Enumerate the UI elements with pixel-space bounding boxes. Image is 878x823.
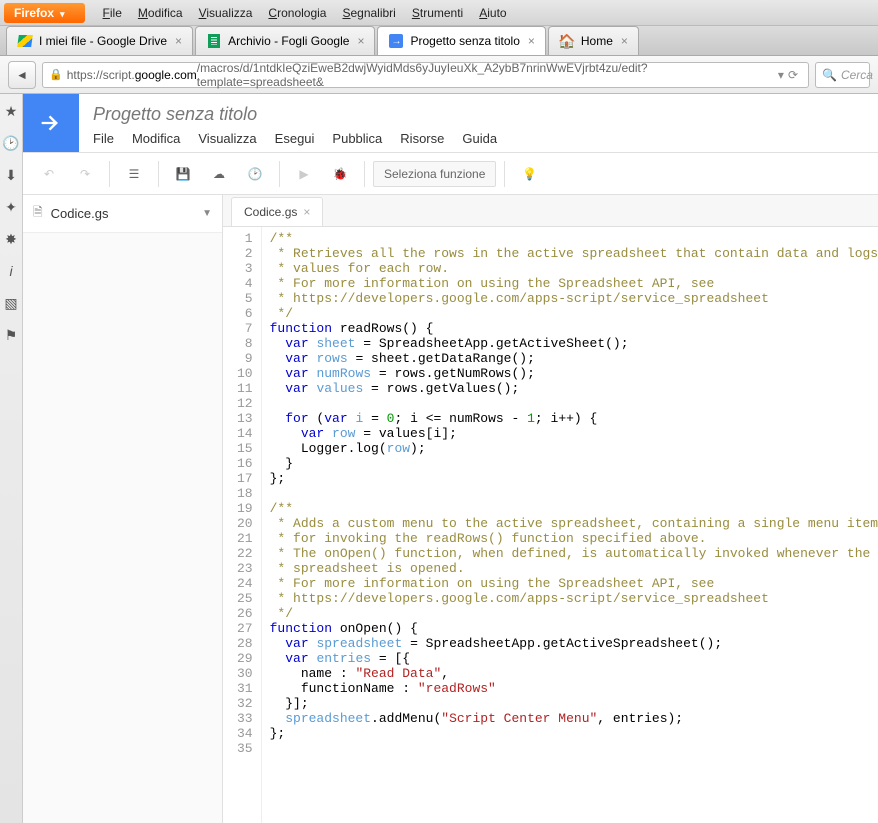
gas-menu-modifica[interactable]: Modifica [132, 131, 180, 146]
sidebar-download-icon[interactable]: ⬇ [0, 164, 22, 186]
function-select[interactable]: Seleziona funzione [373, 161, 496, 187]
sheets-favicon [206, 33, 222, 49]
gas-menu-guida[interactable]: Guida [462, 131, 497, 146]
gas-menu-risorse[interactable]: Risorse [400, 131, 444, 146]
sidebar-info-icon[interactable]: i [0, 260, 22, 282]
tab-label: I miei file - Google Drive [39, 34, 167, 48]
search-placeholder: Cerca [841, 68, 873, 82]
indent-button[interactable]: ☰ [118, 159, 150, 189]
menubar-item-modifica[interactable]: Modifica [130, 3, 191, 23]
browser-tab[interactable]: Archivio - Fogli Google × [195, 26, 375, 55]
run-button[interactable]: ▶ [288, 159, 320, 189]
separator [504, 161, 505, 187]
close-icon[interactable]: × [303, 205, 310, 219]
browser-toolbar: ◄ 🔒 https://script.google.com/macros/d/1… [0, 56, 878, 94]
redo-button[interactable]: ↷ [69, 159, 101, 189]
file-item[interactable]: 🗎 Codice.gs ▼ [23, 195, 222, 233]
gas-menu-pubblica[interactable]: Pubblica [332, 131, 382, 146]
gas-header: Progetto senza titolo File Modifica Visual… [23, 94, 878, 153]
file-icon: 🗎 [33, 203, 43, 224]
debug-button[interactable]: 🐞 [324, 159, 356, 189]
home-favicon: 🏠 [559, 33, 575, 49]
tab-label: Home [581, 34, 613, 48]
editor-pane: Codice.gs × 1234567891011121314151617181… [223, 195, 878, 823]
menubar-item-visualizza[interactable]: Visualizza [191, 3, 261, 23]
firefox-sidebar: ★ 🕑 ⬇ ✦ ✸ i ▧ ⚑ [0, 94, 23, 823]
sidebar-addon-icon[interactable]: ✦ [0, 196, 22, 218]
menubar-item-aiuto[interactable]: Aiuto [471, 3, 514, 23]
chevron-down-icon[interactable]: ▼ [202, 208, 212, 219]
drive-favicon [17, 33, 33, 49]
separator [279, 161, 280, 187]
hint-button[interactable]: 💡 [513, 159, 545, 189]
gas-menu-visualizza[interactable]: Visualizza [198, 131, 256, 146]
sidebar-gear-icon[interactable]: ✸ [0, 228, 22, 250]
triggers-button[interactable]: 🕑 [239, 159, 271, 189]
separator [158, 161, 159, 187]
save-button[interactable]: 💾 [167, 159, 199, 189]
deploy-button[interactable]: ☁ [203, 159, 235, 189]
gas-menu-esegui[interactable]: Esegui [275, 131, 315, 146]
close-icon[interactable]: × [357, 34, 364, 48]
undo-button[interactable]: ↶ [33, 159, 65, 189]
apps-script-app: Progetto senza titolo File Modifica Visual… [23, 94, 878, 823]
script-favicon [388, 33, 404, 49]
close-icon[interactable]: × [175, 34, 182, 48]
url-path: /macros/d/1ntdkIeQziEweB2dwjWyidMds6yJuy… [197, 61, 774, 89]
menubar-item-strumenti[interactable]: Strumenti [404, 3, 471, 23]
file-name: Codice.gs [51, 206, 109, 221]
file-list: 🗎 Codice.gs ▼ [23, 195, 223, 823]
close-icon[interactable]: × [528, 34, 535, 48]
apps-script-logo[interactable] [23, 94, 79, 152]
gas-menu-file[interactable]: File [93, 131, 114, 146]
separator [109, 161, 110, 187]
gas-toolbar: ↶ ↷ ☰ 💾 ☁ 🕑 ▶ 🐞 Seleziona funzione 💡 [23, 153, 878, 195]
browser-tab[interactable]: Progetto senza titolo × [377, 26, 545, 55]
editor-tabs: Codice.gs × [223, 195, 878, 227]
menubar-item-segnalibri[interactable]: Segnalibri [334, 3, 403, 23]
menubar-item-cronologia[interactable]: Cronologia [260, 3, 334, 23]
close-icon[interactable]: × [621, 34, 628, 48]
code-editor[interactable]: 1234567891011121314151617181920212223242… [223, 227, 878, 823]
url-bar[interactable]: 🔒 https://script.google.com/macros/d/1nt… [42, 62, 809, 88]
browser-menubar: Firefox FileModificaVisualizzaCronologia… [0, 0, 878, 26]
line-gutter: 1234567891011121314151617181920212223242… [223, 227, 262, 823]
editor-tab-label: Codice.gs [244, 205, 297, 219]
menubar-item-file[interactable]: File [95, 3, 130, 23]
code-content[interactable]: /** * Retrieves all the rows in the acti… [262, 227, 878, 823]
url-domain: google.com [135, 68, 197, 82]
sidebar-star-icon[interactable]: ★ [0, 100, 22, 122]
firefox-app-button[interactable]: Firefox [4, 3, 85, 23]
reload-icon[interactable]: ⟳ [784, 68, 802, 82]
separator [364, 161, 365, 187]
url-prefix: https://script. [67, 68, 135, 82]
project-title[interactable]: Progetto senza titolo [93, 104, 497, 125]
tab-label: Progetto senza titolo [410, 34, 519, 48]
back-button[interactable]: ◄ [8, 61, 36, 89]
gas-menu-bar: File Modifica Visualizza Esegui Pubblica Riso… [93, 131, 497, 146]
browser-tab[interactable]: I miei file - Google Drive × [6, 26, 193, 55]
browser-tab-strip: I miei file - Google Drive×Archivio - Fo… [0, 26, 878, 56]
sidebar-img-icon[interactable]: ▧ [0, 292, 22, 314]
search-bar[interactable]: 🔍 Cerca [815, 62, 870, 88]
tab-label: Archivio - Fogli Google [228, 34, 349, 48]
lock-icon: 🔒 [49, 68, 63, 81]
editor-tab[interactable]: Codice.gs × [231, 197, 323, 226]
browser-tab[interactable]: 🏠 Home × [548, 26, 639, 55]
search-icon: 🔍 [822, 68, 837, 82]
sidebar-history-icon[interactable]: 🕑 [0, 132, 22, 154]
sidebar-flag-icon[interactable]: ⚑ [0, 324, 22, 346]
